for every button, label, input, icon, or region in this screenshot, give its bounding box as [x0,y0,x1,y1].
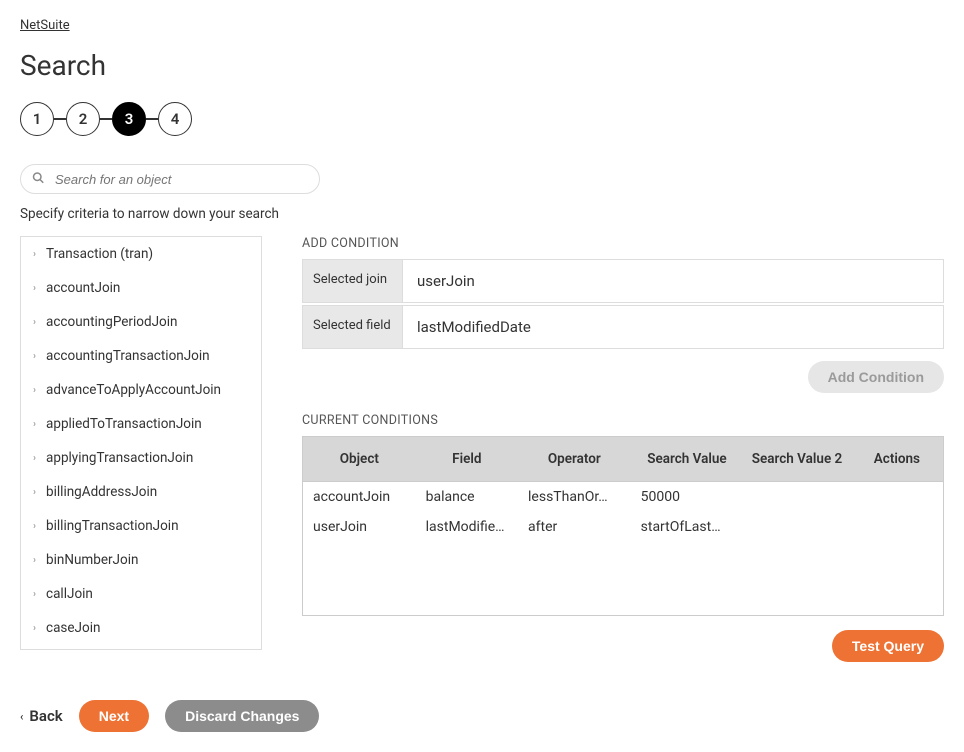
list-item[interactable]: › appliedToTransactionJoin [21,407,261,441]
col-value: Search Value [631,437,744,482]
col-value2: Search Value 2 [743,437,851,482]
back-button[interactable]: ‹ Back [20,707,63,725]
selected-field-input[interactable]: lastModifiedDate [402,305,944,349]
step-4[interactable]: 4 [158,102,192,136]
list-item[interactable]: ›classJoin [21,645,261,650]
next-button[interactable]: Next [79,700,149,732]
chevron-right-icon: › [33,351,36,362]
step-2[interactable]: 2 [66,102,100,136]
list-item-label: accountJoin [46,280,120,296]
conditions-table: Object Field Operator Search Value Searc… [303,437,943,615]
chevron-right-icon: › [33,453,36,464]
list-item[interactable]: › applyingTransactionJoin [21,441,261,475]
chevron-right-icon: › [33,521,36,532]
add-condition-heading: ADD CONDITION [302,236,944,251]
table-cell: balance [416,482,518,513]
list-item[interactable]: › accountingPeriodJoin [21,305,261,339]
table-cell: after [518,512,631,542]
table-row[interactable]: userJoinlastModifie…afterstartOfLast… [303,512,943,542]
list-item-label: accountingPeriodJoin [46,314,177,330]
table-cell: startOfLast… [631,512,744,542]
table-cell [851,512,943,542]
list-item[interactable]: › billingTransactionJoin [21,509,261,543]
step-connector [54,118,66,120]
list-item-label: billingTransactionJoin [46,518,179,534]
table-cell [851,482,943,513]
table-cell [743,482,851,513]
instruction-text: Specify criteria to narrow down your sea… [20,206,944,222]
list-item-label: appliedToTransactionJoin [46,416,202,432]
object-list[interactable]: › Transaction (tran) › accountJoin › accounti… [20,236,262,650]
chevron-right-icon: › [33,283,36,294]
table-cell: lessThanOr… [518,482,631,513]
chevron-right-icon: › [33,487,36,498]
table-cell: accountJoin [303,482,416,513]
chevron-right-icon: › [33,317,36,328]
table-cell: userJoin [303,512,416,542]
search-icon [32,172,44,187]
selected-field-row: Selected field lastModifiedDate [302,305,944,349]
chevron-right-icon: › [33,249,36,260]
col-object: Object [303,437,416,482]
list-item-label: accountingTransactionJoin [46,348,210,364]
table-row[interactable]: accountJoinbalancelessThanOr…50000 [303,482,943,513]
col-field: Field [416,437,518,482]
list-item[interactable]: › accountingTransactionJoin [21,339,261,373]
list-item[interactable]: › accountJoin [21,271,261,305]
step-3[interactable]: 3 [112,102,146,136]
step-connector [146,118,158,120]
list-item-label: applyingTransactionJoin [46,450,193,466]
chevron-left-icon: ‹ [20,710,23,723]
search-container [20,164,320,194]
selected-field-label: Selected field [302,305,402,349]
col-actions: Actions [851,437,943,482]
chevron-right-icon: › [33,555,36,566]
list-item[interactable]: › binNumberJoin [21,543,261,577]
table-cell [743,512,851,542]
list-item-label: binNumberJoin [46,552,138,568]
list-item[interactable]: › billingAddressJoin [21,475,261,509]
breadcrumb-root[interactable]: NetSuite [20,18,70,33]
chevron-right-icon: › [33,419,36,430]
list-item[interactable]: › caseJoin [21,611,261,645]
breadcrumb: NetSuite [20,18,944,33]
selected-join-label: Selected join [302,259,402,303]
conditions-table-wrapper[interactable]: Object Field Operator Search Value Searc… [302,436,944,616]
list-item-label: advanceToApplyAccountJoin [46,382,221,398]
page-title: Search [20,49,944,82]
list-item-label: billingAddressJoin [46,484,157,500]
step-1[interactable]: 1 [20,102,54,136]
add-condition-button: Add Condition [808,361,944,393]
discard-button[interactable]: Discard Changes [165,700,319,732]
col-operator: Operator [518,437,631,482]
list-item[interactable]: › callJoin [21,577,261,611]
table-padding [303,542,943,615]
chevron-right-icon: › [33,623,36,634]
search-input[interactable] [20,164,320,194]
list-item[interactable]: › advanceToApplyAccountJoin [21,373,261,407]
list-item[interactable]: › Transaction (tran) [21,237,261,271]
list-item-label: caseJoin [46,620,100,636]
test-query-button[interactable]: Test Query [832,630,944,662]
list-item-label: Transaction (tran) [46,246,153,262]
current-conditions-heading: CURRENT CONDITIONS [302,413,944,428]
list-item-label: callJoin [46,586,93,602]
chevron-right-icon: › [33,385,36,396]
step-connector [100,118,112,120]
selected-join-input[interactable]: userJoin [402,259,944,303]
chevron-right-icon: › [33,589,36,600]
table-cell: 50000 [631,482,744,513]
selected-join-row: Selected join userJoin [302,259,944,303]
stepper: 1 2 3 4 [20,102,944,136]
back-label: Back [29,707,62,725]
table-cell: lastModifie… [416,512,518,542]
